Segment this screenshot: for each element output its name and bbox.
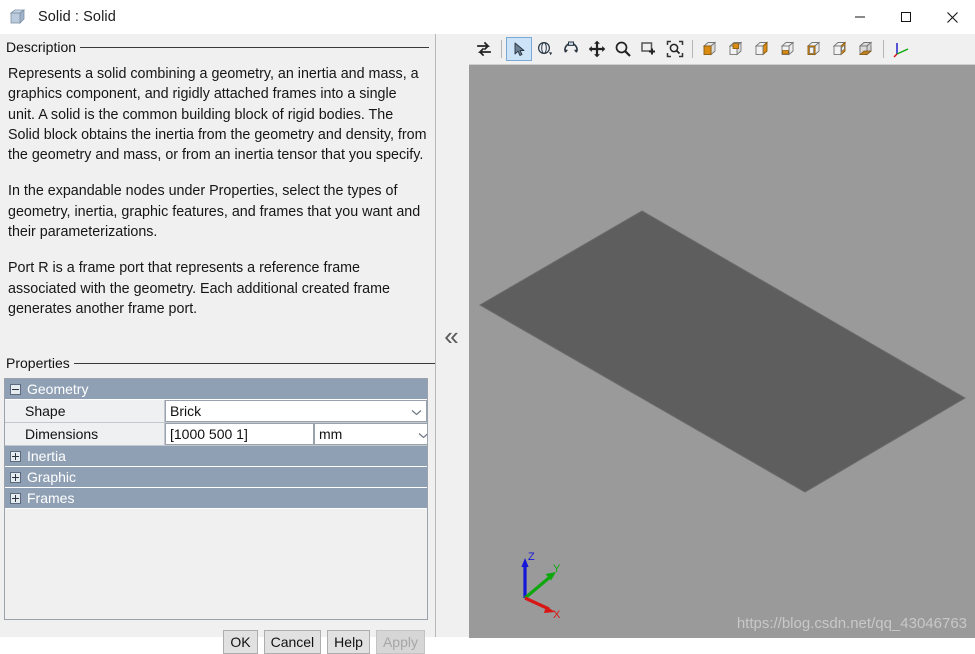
window-controls [837, 0, 975, 34]
view-left-icon[interactable] [827, 37, 853, 61]
shape-dropdown-value: Brick [170, 403, 202, 419]
panel-collapse-splitter[interactable]: « [435, 34, 467, 637]
minimize-icon[interactable] [837, 0, 883, 34]
apply-button: Apply [375, 630, 425, 654]
property-name: Dimensions [5, 423, 165, 445]
ok-button[interactable]: OK [223, 630, 258, 654]
property-name: Shape [5, 400, 165, 422]
property-row-dimensions[interactable]: Dimensions [1000 500 1] mm [5, 423, 427, 446]
section-divider-line [80, 46, 429, 48]
view-back-icon[interactable] [801, 37, 827, 61]
property-group-label: Frames [27, 490, 75, 506]
minus-expander-icon[interactable] [10, 383, 21, 395]
description-section-label: Description [6, 39, 77, 55]
properties-section-label: Properties [6, 355, 70, 371]
shape-dropdown[interactable]: Brick [165, 400, 427, 422]
dimensions-unit-dropdown[interactable]: mm [314, 423, 427, 445]
chevron-down-icon [411, 403, 422, 419]
dimensions-value: [1000 500 1] [170, 426, 248, 442]
toolbar-separator [883, 40, 884, 58]
viewport-toolbar [467, 34, 975, 64]
chevron-down-icon [418, 426, 427, 442]
solid-block-parameters-dialog: Solid : Solid Description Represents a s… [0, 0, 975, 654]
axis-label-y: Y [553, 563, 561, 575]
close-icon[interactable] [929, 0, 975, 34]
watermark-text: https://blog.csdn.net/qq_43046763 [736, 615, 967, 632]
description-section-header: Description [0, 38, 435, 56]
property-row-shape[interactable]: Shape Brick [5, 400, 427, 423]
pan-icon[interactable] [584, 37, 610, 61]
toggle-frames-icon[interactable] [888, 37, 914, 61]
plus-expander-icon[interactable] [10, 450, 21, 462]
cancel-button[interactable]: Cancel [263, 630, 322, 654]
maximize-icon[interactable] [883, 0, 929, 34]
select-cursor-icon[interactable] [506, 37, 532, 61]
orbit-icon[interactable] [532, 37, 558, 61]
property-group-geometry[interactable]: Geometry [5, 379, 427, 400]
dialog-button-bar: OK Cancel Help Apply [0, 630, 430, 654]
dimensions-unit-value: mm [319, 426, 343, 442]
view-front-icon[interactable] [749, 37, 775, 61]
property-group-label: Geometry [27, 381, 89, 397]
plus-expander-icon[interactable] [10, 471, 21, 483]
preview-viewport-panel: Z Y X https://blog.csdn.net/qq_43046763 [467, 34, 975, 638]
property-group-frames[interactable]: Frames [5, 488, 427, 509]
property-group-inertia[interactable]: Inertia [5, 446, 427, 467]
description-paragraph: In the expandable nodes under Properties… [8, 183, 421, 241]
section-divider-line [73, 362, 441, 364]
toolbar-separator [501, 40, 502, 58]
view-top-icon[interactable] [723, 37, 749, 61]
properties-section-header: Properties [0, 354, 447, 372]
view-bottom-icon[interactable] [853, 37, 879, 61]
help-button[interactable]: Help [327, 630, 370, 654]
toolbar-separator [692, 40, 693, 58]
description-paragraph: Represents a solid combining a geometry,… [8, 66, 427, 164]
property-group-label: Inertia [27, 448, 66, 464]
description-paragraph: Port R is a frame port that represents a… [8, 260, 390, 317]
left-parameters-panel: Description Represents a solid combining… [0, 34, 441, 654]
axis-label-z: Z [528, 551, 535, 563]
dimensions-input[interactable]: [1000 500 1] [165, 423, 314, 445]
plus-expander-icon[interactable] [10, 492, 21, 504]
zoom-window-icon[interactable] [636, 37, 662, 61]
chevron-double-left-icon[interactable]: « [444, 323, 458, 349]
zoom-icon[interactable] [610, 37, 636, 61]
title-bar: Solid : Solid [0, 0, 975, 34]
property-group-label: Graphic [27, 469, 77, 485]
description-text: Represents a solid combining a geometry,… [0, 56, 435, 319]
window-title: Solid : Solid [38, 9, 116, 25]
view-isometric-icon[interactable] [697, 37, 723, 61]
axis-label-x: X [553, 609, 561, 620]
property-group-graphic[interactable]: Graphic [5, 467, 427, 488]
rotate-icon[interactable] [558, 37, 584, 61]
property-value-cell[interactable]: [1000 500 1] mm [165, 423, 427, 445]
axis-triad: Z Y X [521, 551, 561, 620]
properties-tree[interactable]: Geometry Shape Brick Dimensions [1000 50… [4, 378, 428, 620]
swap-views-icon[interactable] [471, 37, 497, 61]
view-right-icon[interactable] [775, 37, 801, 61]
property-value-cell[interactable]: Brick [165, 400, 427, 422]
solid-3d-preview-canvas[interactable]: Z Y X https://blog.csdn.net/qq_43046763 [469, 64, 975, 638]
fit-to-view-icon[interactable] [662, 37, 688, 61]
solid-cube-icon [8, 7, 28, 27]
